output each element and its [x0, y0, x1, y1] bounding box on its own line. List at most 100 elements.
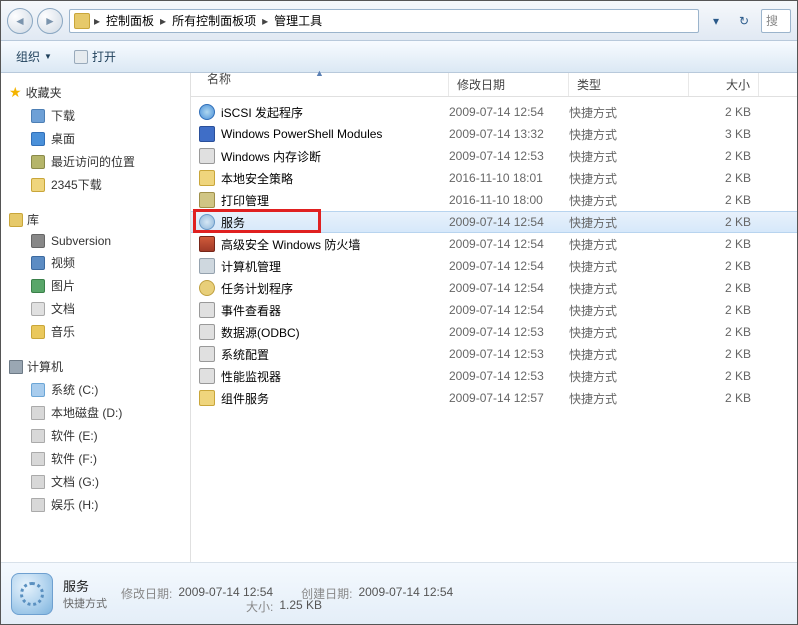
file-size: 2 KB [689, 303, 759, 317]
documents-icon [31, 302, 45, 316]
col-name[interactable]: ▲名称 [191, 73, 449, 96]
library-header[interactable]: 库 [5, 208, 186, 231]
details-title: 服务 [63, 576, 107, 595]
file-size: 2 KB [689, 259, 759, 273]
file-row[interactable]: Windows PowerShell Modules2009-07-14 13:… [191, 123, 797, 145]
file-name: Windows PowerShell Modules [221, 127, 382, 141]
file-icon [199, 236, 215, 252]
desktop-icon [31, 132, 45, 146]
nav-desktop[interactable]: 桌面 [5, 127, 186, 150]
file-row[interactable]: 服务2009-07-14 12:54快捷方式2 KB [191, 211, 797, 233]
file-size: 2 KB [689, 105, 759, 119]
nav-downloads[interactable]: 下载 [5, 104, 186, 127]
details-pane: 服务 快捷方式 修改日期:2009-07-14 12:54 创建日期:2009-… [1, 562, 797, 624]
file-row[interactable]: 事件查看器2009-07-14 12:54快捷方式2 KB [191, 299, 797, 321]
file-size: 2 KB [689, 149, 759, 163]
address-dropdown-icon[interactable]: ▾ [705, 10, 727, 32]
open-button[interactable]: 打开 [65, 44, 125, 69]
recent-icon [31, 155, 45, 169]
details-mod-label: 修改日期: [121, 585, 172, 602]
file-size: 2 KB [689, 281, 759, 295]
column-headers[interactable]: ▲名称 修改日期 类型 大小 [191, 73, 797, 97]
nav-subversion[interactable]: Subversion [5, 231, 186, 251]
details-size-value: 1.25 KB [279, 598, 322, 615]
file-date: 2009-07-14 12:53 [449, 369, 569, 383]
search-input[interactable]: 搜 [761, 9, 791, 33]
file-size: 2 KB [689, 171, 759, 185]
nav-recent[interactable]: 最近访问的位置 [5, 150, 186, 173]
file-type: 快捷方式 [569, 214, 689, 231]
col-type[interactable]: 类型 [569, 73, 689, 96]
organize-button[interactable]: 组织 ▼ [7, 44, 61, 69]
nav-drive-e[interactable]: 软件 (E:) [5, 424, 186, 447]
content-pane: ▲名称 修改日期 类型 大小 iSCSI 发起程序 2009-07-14 12:5… [191, 73, 797, 562]
favorites-group: ★收藏夹 下载 桌面 最近访问的位置 2345下载 [5, 81, 186, 196]
file-date: 2009-07-14 12:54 [449, 215, 569, 229]
nav-drive-c[interactable]: 系统 (C:) [5, 378, 186, 401]
nav-drive-h[interactable]: 娱乐 (H:) [5, 493, 186, 516]
toolbar: 组织 ▼ 打开 [1, 41, 797, 73]
nav-documents[interactable]: 文档 [5, 297, 186, 320]
file-icon [199, 192, 215, 208]
file-icon [199, 104, 215, 120]
drive-icon [31, 498, 45, 512]
file-name: 事件查看器 [221, 302, 281, 319]
nav-music[interactable]: 音乐 [5, 320, 186, 343]
col-size[interactable]: 大小 [689, 73, 759, 96]
crumb-admin-tools[interactable]: 管理工具 [268, 12, 328, 29]
forward-button[interactable]: ► [37, 8, 63, 34]
file-date: 2009-07-14 12:54 [449, 237, 569, 251]
library-icon [9, 213, 23, 227]
file-row[interactable]: 性能监视器2009-07-14 12:53快捷方式2 KB [191, 365, 797, 387]
nav-pictures[interactable]: 图片 [5, 274, 186, 297]
nav-videos[interactable]: 视频 [5, 251, 186, 274]
file-row[interactable]: 组件服务2009-07-14 12:57快捷方式2 KB [191, 387, 797, 409]
search-placeholder: 搜 [766, 12, 778, 29]
nav-drive-g[interactable]: 文档 (G:) [5, 470, 186, 493]
svn-icon [31, 234, 45, 248]
address-bar: ◄ ► ▸ 控制面板 ▸ 所有控制面板项 ▸ 管理工具 ▾ ↻ 搜 [1, 1, 797, 41]
file-icon [199, 170, 215, 186]
favorites-header[interactable]: ★收藏夹 [5, 81, 186, 104]
file-date: 2009-07-14 12:54 [449, 259, 569, 273]
refresh-icon[interactable]: ↻ [733, 10, 755, 32]
file-date: 2009-07-14 12:54 [449, 105, 569, 119]
nav-2345[interactable]: 2345下载 [5, 173, 186, 196]
file-row[interactable]: 打印管理2016-11-10 18:00快捷方式2 KB [191, 189, 797, 211]
crumb-all-items[interactable]: 所有控制面板项 [166, 12, 262, 29]
file-name: 任务计划程序 [221, 280, 293, 297]
col-date[interactable]: 修改日期 [449, 73, 569, 96]
file-row[interactable]: 系统配置2009-07-14 12:53快捷方式2 KB [191, 343, 797, 365]
library-group: 库 Subversion 视频 图片 文档 音乐 [5, 208, 186, 343]
file-list[interactable]: iSCSI 发起程序2009-07-14 12:54快捷方式2 KBWindow… [191, 97, 797, 562]
drive-icon [31, 406, 45, 420]
file-row[interactable]: 数据源(ODBC)2009-07-14 12:53快捷方式2 KB [191, 321, 797, 343]
file-size: 2 KB [689, 215, 759, 229]
file-type: 快捷方式 [569, 258, 689, 275]
file-name: iSCSI 发起程序 [221, 104, 303, 121]
file-row[interactable]: Windows 内存诊断2009-07-14 12:53快捷方式2 KB [191, 145, 797, 167]
file-date: 2009-07-14 12:54 [449, 281, 569, 295]
nav-drive-f[interactable]: 软件 (F:) [5, 447, 186, 470]
file-row[interactable]: iSCSI 发起程序2009-07-14 12:54快捷方式2 KB [191, 101, 797, 123]
file-size: 2 KB [689, 369, 759, 383]
file-icon [199, 280, 215, 296]
file-row[interactable]: 高级安全 Windows 防火墙2009-07-14 12:54快捷方式2 KB [191, 233, 797, 255]
computer-group: 计算机 系统 (C:) 本地磁盘 (D:) 软件 (E:) 软件 (F:) 文档… [5, 355, 186, 516]
file-type: 快捷方式 [569, 390, 689, 407]
navigation-pane[interactable]: ★收藏夹 下载 桌面 最近访问的位置 2345下载 库 Subversion 视… [1, 73, 191, 562]
file-row[interactable]: 任务计划程序2009-07-14 12:54快捷方式2 KB [191, 277, 797, 299]
downloads-icon [31, 109, 45, 123]
breadcrumb[interactable]: ▸ 控制面板 ▸ 所有控制面板项 ▸ 管理工具 [69, 9, 699, 33]
nav-drive-d[interactable]: 本地磁盘 (D:) [5, 401, 186, 424]
back-button[interactable]: ◄ [7, 8, 33, 34]
pictures-icon [31, 279, 45, 293]
open-icon [74, 50, 88, 64]
star-icon: ★ [9, 84, 22, 101]
drive-icon [31, 452, 45, 466]
file-size: 3 KB [689, 127, 759, 141]
crumb-control-panel[interactable]: 控制面板 [100, 12, 160, 29]
computer-header[interactable]: 计算机 [5, 355, 186, 378]
file-row[interactable]: 计算机管理2009-07-14 12:54快捷方式2 KB [191, 255, 797, 277]
file-row[interactable]: 本地安全策略2016-11-10 18:01快捷方式2 KB [191, 167, 797, 189]
